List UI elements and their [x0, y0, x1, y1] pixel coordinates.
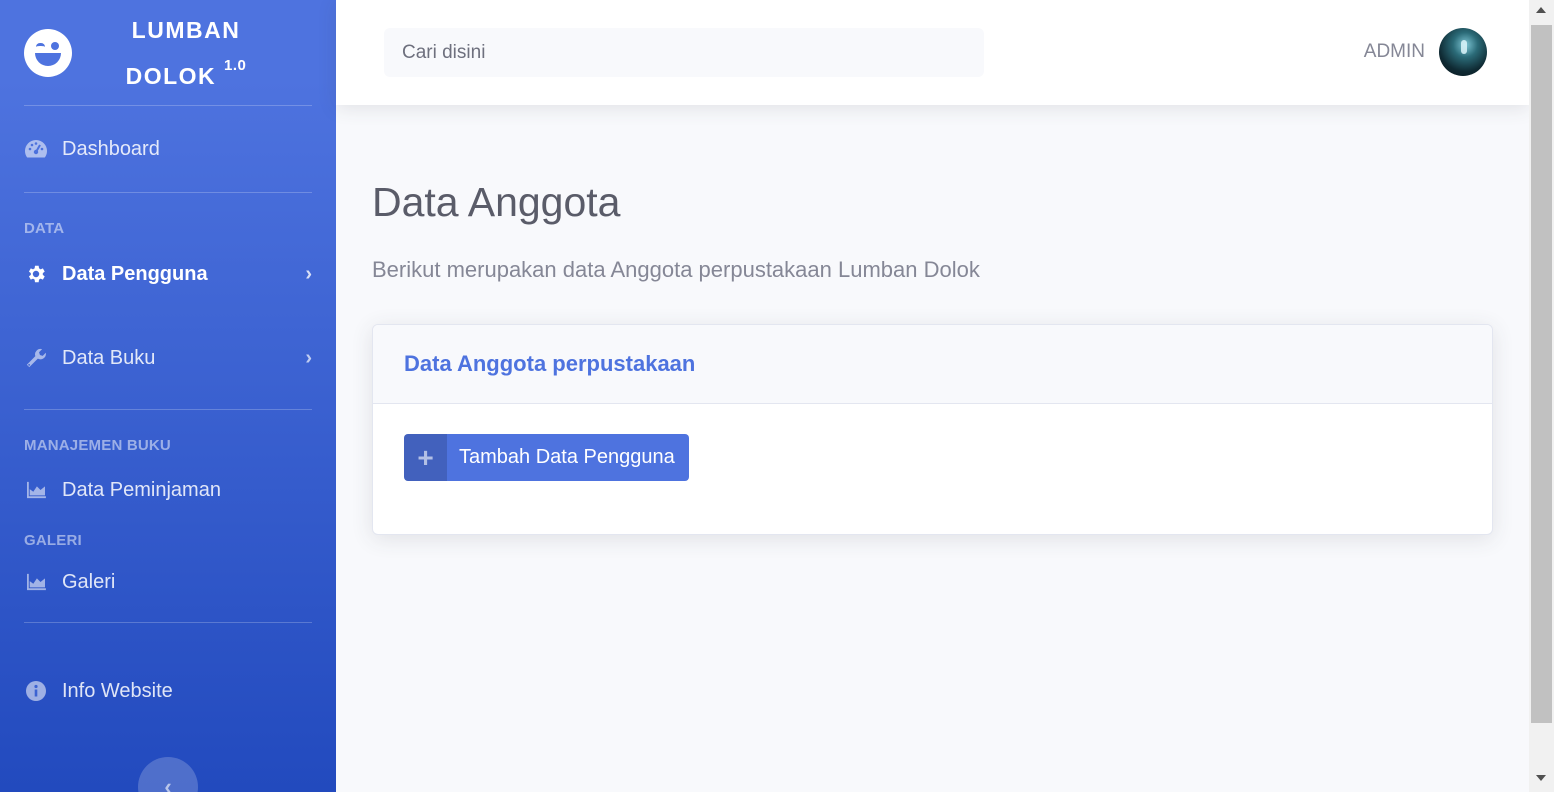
chevron-left-icon: ‹ — [164, 774, 172, 792]
sidebar-heading-data: DATA — [24, 220, 65, 237]
sidebar-toggle-button[interactable]: ‹ — [138, 757, 198, 792]
chevron-right-icon: › — [305, 346, 312, 369]
card-body: + Tambah Data Pengguna — [373, 404, 1492, 511]
sidebar-brand[interactable]: LUMBAN DOLOK 1.0 — [0, 0, 336, 105]
sidebar-item-data-peminjaman[interactable]: Data Peminjaman — [0, 462, 336, 518]
sidebar-item-info-website[interactable]: Info Website — [0, 623, 336, 759]
sidebar-heading-manajemen-buku: MANAJEMEN BUKU — [24, 437, 171, 454]
sidebar-heading-galeri: GALERI — [24, 532, 82, 549]
sidebar-item-data-pengguna[interactable]: Data Pengguna › — [0, 241, 336, 307]
sidebar-item-galeri[interactable]: Galeri — [0, 562, 336, 602]
add-user-button-label: Tambah Data Pengguna — [459, 446, 675, 468]
main-content: Data Anggota Berikut merupakan data Angg… — [372, 105, 1493, 535]
plus-icon: + — [404, 434, 447, 481]
card-title: Data Anggota perpustakaan — [404, 351, 696, 376]
sidebar-item-label: Data Buku — [62, 346, 156, 369]
info-circle-icon — [24, 679, 48, 703]
scroll-up-icon[interactable] — [1536, 7, 1546, 13]
sidebar-item-label: Dashboard — [62, 137, 160, 160]
sidebar-item-label: Data Peminjaman — [62, 478, 221, 501]
page-title: Data Anggota — [372, 179, 621, 225]
tachometer-icon — [24, 137, 48, 161]
card-header: Data Anggota perpustakaan — [373, 325, 1492, 404]
brand-version: 1.0 — [224, 56, 247, 74]
search-input[interactable] — [384, 28, 984, 77]
grin-wink-icon — [24, 28, 72, 77]
topbar: ADMIN — [336, 0, 1529, 105]
add-user-button[interactable]: + Tambah Data Pengguna — [404, 434, 689, 481]
sidebar-item-dashboard[interactable]: Dashboard — [0, 106, 336, 192]
data-card: Data Anggota perpustakaan + Tambah Data … — [372, 324, 1493, 535]
user-name: ADMIN — [1363, 41, 1425, 62]
sidebar-item-label: Info Website — [62, 679, 173, 702]
scrollbar-thumb[interactable] — [1531, 25, 1552, 723]
sidebar-item-label: Data Pengguna — [62, 262, 208, 285]
chart-area-icon — [24, 570, 48, 594]
sidebar-item-data-buku[interactable]: Data Buku › — [0, 307, 336, 409]
brand-line-1: LUMBAN — [131, 16, 241, 43]
cog-icon — [24, 262, 48, 286]
scrollbar[interactable] — [1529, 0, 1554, 792]
scroll-down-icon[interactable] — [1536, 775, 1546, 781]
avatar — [1439, 28, 1487, 76]
sidebar-item-label: Galeri — [62, 570, 116, 593]
brand-text: LUMBAN DOLOK 1.0 — [72, 12, 336, 94]
page-subtitle: Berikut merupakan data Anggota perpustak… — [372, 257, 980, 282]
brand-line-2: DOLOK — [125, 62, 217, 89]
user-dropdown[interactable]: ADMIN — [1364, 28, 1487, 76]
chart-area-icon — [24, 478, 48, 502]
wrench-icon — [24, 346, 48, 370]
chevron-right-icon: › — [305, 262, 312, 285]
sidebar: LUMBAN DOLOK 1.0 Dashboard DATA Data Pen… — [0, 0, 336, 792]
